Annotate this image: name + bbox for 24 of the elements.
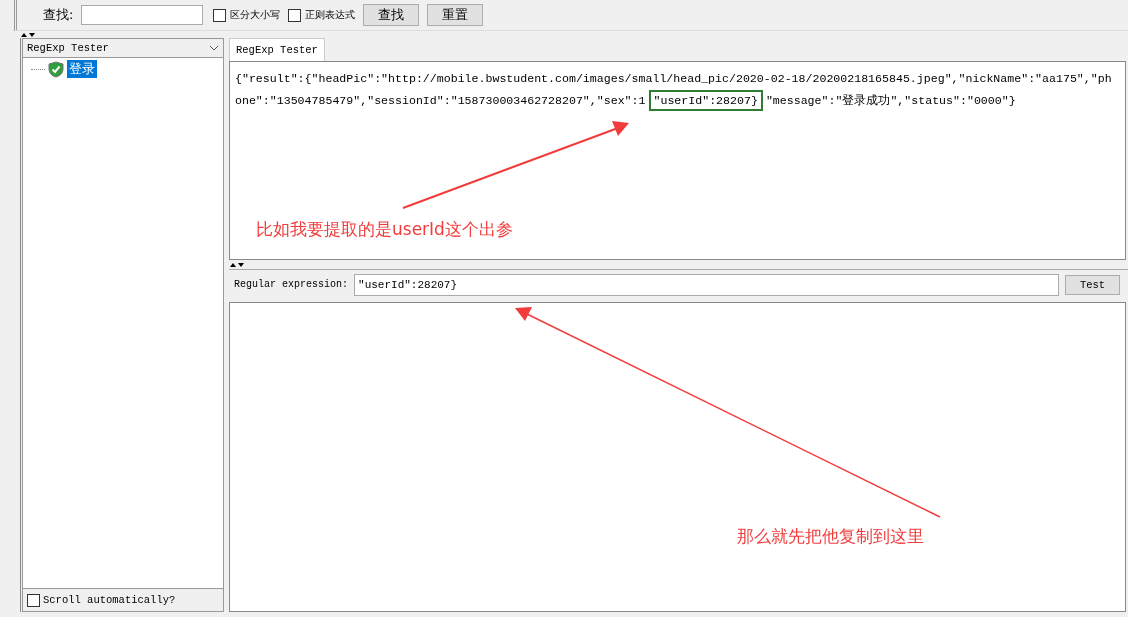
panel-header[interactable]: RegExp Tester <box>23 39 223 58</box>
checkbox-label: Scroll automatically? <box>43 594 176 606</box>
annotation-text: 那么就先把他复制到这里 <box>737 525 924 548</box>
checkbox-label: 区分大小写 <box>230 8 281 22</box>
tree-item[interactable]: 登录 <box>67 60 97 78</box>
splitter-arrows-icon[interactable] <box>229 261 245 268</box>
reset-button[interactable]: 重置 <box>427 4 484 26</box>
checkbox[interactable] <box>213 8 227 22</box>
checkbox-label: 正则表达式 <box>305 8 356 22</box>
response-text: {"result":{"headPic":"http://mobile.bwstudent.com/images/small/head_pic/2020-02-18/20200218165845.jpeg","nickName":"aa175","phone":"13504785479","sessionId":"158730003462728207","sex":1 "userId":28207} "message":"登录成功","status":"0000"} <box>235 68 1116 112</box>
tab[interactable]: RegExp Tester <box>229 38 325 61</box>
checkbox[interactable] <box>27 593 40 607</box>
annotation-text: 比如我要提取的是userId这个出参 <box>256 218 513 241</box>
splitter-arrows-icon[interactable] <box>20 31 36 38</box>
chevron-icon[interactable] <box>209 45 219 51</box>
find-button[interactable]: 查找 <box>363 4 420 26</box>
search-label: 查找: <box>43 6 74 24</box>
regex-field[interactable]: "userId":28207} <box>354 273 1059 296</box>
response-text-area[interactable] <box>229 61 1126 260</box>
regex-label: Regular expression: <box>234 279 349 290</box>
search-field[interactable] <box>81 5 204 25</box>
checkbox[interactable] <box>288 8 302 22</box>
test-button[interactable]: Test <box>1065 274 1120 295</box>
shield-check-icon <box>48 60 64 78</box>
